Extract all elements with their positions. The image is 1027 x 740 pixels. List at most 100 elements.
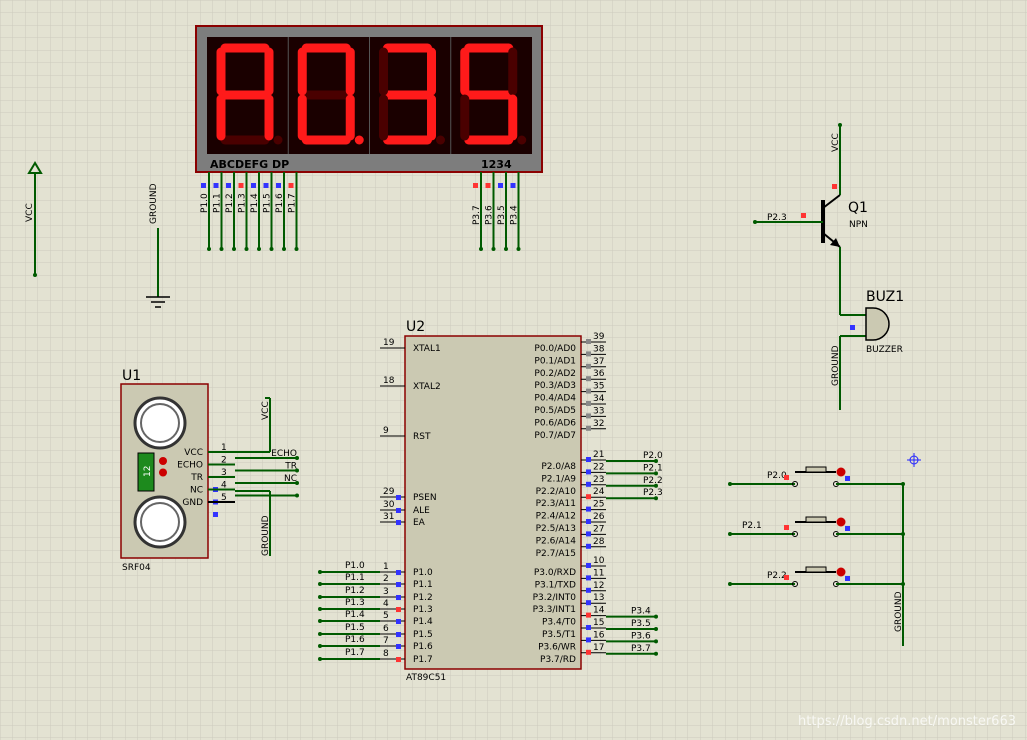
mcu-pin-number: 35 (593, 382, 604, 392)
terminal-dot (294, 247, 299, 251)
vcc-label: VCC (25, 203, 35, 222)
pin-state-marker (586, 612, 591, 618)
pin-state-marker (396, 570, 401, 575)
mcu-net-label: P1.5 (345, 623, 365, 633)
pin-state-marker (586, 376, 591, 382)
mcu-net-label: P1.2 (345, 586, 365, 596)
sensor-net-label: ECHO (271, 449, 297, 459)
pin-state-marker (850, 325, 855, 330)
pin-state-marker (213, 512, 218, 517)
terminal-dot (207, 247, 211, 251)
pin-state-marker (396, 508, 401, 513)
segment-label: ABCDEFG DP (210, 158, 289, 171)
pin-state-marker (586, 587, 591, 593)
mcu-pin-number: 39 (593, 332, 605, 342)
decimal-point (436, 135, 445, 145)
digit-pin-label: P3.7 (472, 205, 482, 225)
mcu-pin-number: 26 (593, 512, 605, 522)
buttons-ground-label: GROUND (894, 591, 904, 632)
button-probe-icon (836, 567, 846, 577)
mcu-pin-number: 32 (593, 419, 604, 429)
pin-state-marker (586, 425, 591, 431)
terminal-dot (838, 123, 842, 127)
mcu-pin-number: 22 (593, 462, 604, 472)
terminal-dot (654, 614, 658, 619)
mcu-pin-number: 13 (593, 593, 604, 603)
pin-state-marker (784, 475, 789, 480)
mcu-pin-number: 7 (383, 636, 389, 646)
terminal-dot (318, 657, 322, 661)
pin-state-marker (845, 476, 850, 481)
sensor-badge-text: 12 (143, 466, 153, 477)
decimal-point (273, 135, 283, 145)
terminal-dot (753, 220, 757, 224)
pin-state-marker (586, 388, 591, 394)
pin-state-marker (586, 351, 591, 357)
pin-state-marker (213, 183, 219, 188)
mcu-pin-name: P0.0/AD0 (534, 344, 576, 354)
button-net-label: P2.1 (742, 521, 762, 531)
pin-state-marker (498, 183, 503, 188)
sensor-net-label: TR (284, 462, 297, 472)
mcu-net-label: P2.2 (643, 476, 663, 486)
schematic-canvas[interactable]: ABCDEFG DP 1234 P1.0 P1.1 P1.2 P1.3 P1.4 P1.5… (0, 0, 1027, 740)
terminal-dot (318, 607, 322, 611)
mcu-pin-number: 4 (383, 599, 389, 609)
pin-state-marker (396, 495, 401, 500)
buzzer-part: BUZZER (866, 345, 903, 355)
pin-state-marker (238, 183, 244, 188)
sensor-pin-name: TR (190, 473, 203, 483)
mcu-net-label: P3.4 (631, 607, 651, 617)
pin-state-marker (473, 183, 478, 188)
terminal-dot (728, 582, 732, 586)
mcu-pin-name: P2.6/A14 (536, 536, 577, 546)
pin-state-marker (201, 183, 206, 188)
pin-state-marker (845, 526, 850, 531)
button-probe-icon (836, 467, 846, 477)
mcu-pin-number: 8 (383, 649, 389, 659)
sensor-pin-name: NC (190, 486, 203, 496)
pin-state-marker (586, 575, 591, 581)
segment-pin-label: P1.1 (213, 193, 223, 213)
mcu-pin-number: 29 (383, 487, 395, 497)
sensor-part: SRF04 (122, 563, 151, 573)
mcu-pin-number: 3 (383, 587, 389, 597)
mcu-pin-name: P0.2/AD2 (534, 369, 576, 379)
button-cap-icon (805, 466, 827, 473)
mcu-pin-name: P3.6/WR (538, 642, 576, 652)
pin-state-marker (288, 183, 294, 188)
decimal-point (517, 135, 527, 145)
terminal-dot (269, 247, 274, 251)
terminal-dot (728, 532, 732, 536)
pin-state-marker (396, 595, 401, 600)
terminal-dot (318, 570, 322, 574)
segment-pin-label: P1.0 (200, 193, 210, 213)
pin-state-marker (586, 457, 591, 462)
terminal-dot (318, 632, 322, 636)
sensor-pin-name: GND (182, 498, 203, 508)
mcu-pin-name: XTAL2 (413, 382, 441, 392)
mcu-net-label: P1.4 (345, 610, 365, 620)
sensor-vcc-label: VCC (261, 401, 271, 420)
mcu-pin-number: 17 (593, 643, 604, 653)
mcu-pin-number: 21 (593, 450, 604, 460)
segment-pin-label: P1.6 (275, 193, 285, 213)
mcu-net-label: P3.6 (631, 631, 651, 641)
pin-state-marker (276, 183, 281, 188)
segment-pin-label: P1.7 (288, 193, 298, 213)
mcu-pin-number: 1 (383, 562, 389, 572)
terminal-dot (504, 247, 508, 251)
terminal-dot (728, 482, 732, 486)
sensor-ref: U1 (122, 368, 141, 384)
mcu-net-label: P2.3 (643, 488, 663, 498)
buzzer-ground-label: GROUND (831, 345, 841, 386)
probe-icon (159, 468, 167, 477)
pin-state-marker (396, 644, 401, 649)
sensor-pin-number: 5 (221, 493, 227, 503)
mcu-pin-name: P3.5/T1 (542, 630, 576, 640)
mcu-pin-name: P3.7/RD (540, 655, 576, 665)
transducer-inner-ring (140, 403, 180, 443)
transistor-ref: Q1 (848, 200, 868, 216)
mcu-pin-name: P3.2/INT0 (533, 593, 577, 603)
mcu-net-label: P3.7 (631, 644, 651, 654)
